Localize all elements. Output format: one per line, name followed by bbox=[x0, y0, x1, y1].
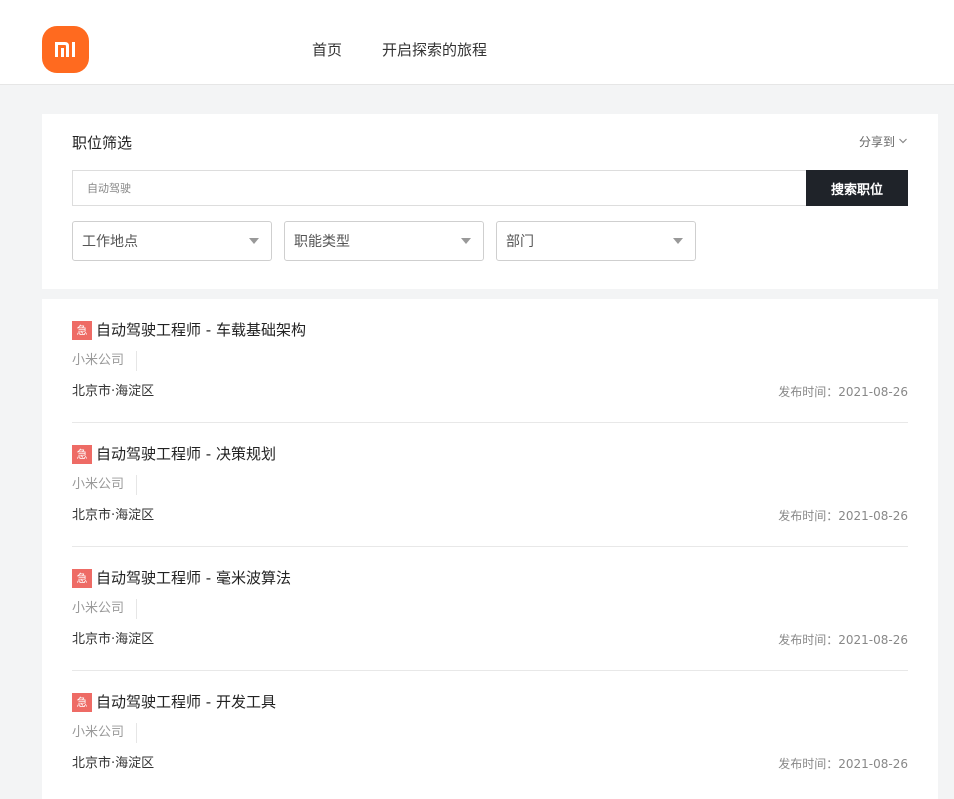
job-publish-date: 发布时间：2021-08-26 bbox=[778, 509, 908, 523]
department-select[interactable]: 部门 bbox=[496, 221, 696, 261]
urgent-badge: 急 bbox=[72, 569, 92, 588]
urgent-badge: 急 bbox=[72, 445, 92, 464]
job-list-item[interactable]: 急 自动驾驶工程师 - 毫米波算法 小米公司 北京市·海淀区 发布时间：2021… bbox=[72, 547, 908, 671]
job-list-item[interactable]: 急 自动驾驶工程师 - 车载基础架构 小米公司 北京市·海淀区 发布时间：202… bbox=[72, 299, 908, 423]
function-type-select[interactable]: 职能类型 bbox=[284, 221, 484, 261]
job-company: 小米公司 bbox=[72, 723, 138, 743]
caret-down-icon bbox=[249, 238, 259, 244]
top-header: 首页 开启探索的旅程 bbox=[0, 0, 954, 85]
nav-home[interactable]: 首页 bbox=[312, 39, 342, 61]
caret-down-icon bbox=[673, 238, 683, 244]
filter-title: 职位筛选 bbox=[72, 134, 133, 152]
department-select-label: 部门 bbox=[506, 234, 534, 250]
job-location: 北京市·海淀区 bbox=[72, 756, 155, 771]
location-select-label: 工作地点 bbox=[82, 234, 138, 250]
urgent-badge: 急 bbox=[72, 321, 92, 340]
job-title[interactable]: 自动驾驶工程师 - 决策规划 bbox=[96, 443, 276, 465]
job-list-item[interactable]: 急 自动驾驶工程师 - 决策规划 小米公司 北京市·海淀区 发布时间：2021-… bbox=[72, 423, 908, 547]
job-company: 小米公司 bbox=[72, 351, 138, 371]
function-type-select-label: 职能类型 bbox=[294, 234, 350, 250]
job-title[interactable]: 自动驾驶工程师 - 开发工具 bbox=[96, 691, 276, 713]
search-input[interactable] bbox=[72, 170, 807, 206]
share-dropdown[interactable]: 分享到 bbox=[859, 134, 908, 150]
mi-logo-icon[interactable] bbox=[42, 26, 89, 73]
job-location: 北京市·海淀区 bbox=[72, 632, 155, 647]
job-publish-date: 发布时间：2021-08-26 bbox=[778, 385, 908, 399]
caret-down-icon bbox=[461, 238, 471, 244]
share-label: 分享到 bbox=[858, 135, 895, 149]
urgent-badge: 急 bbox=[72, 693, 92, 712]
job-company: 小米公司 bbox=[72, 475, 138, 495]
location-select[interactable]: 工作地点 bbox=[72, 221, 272, 261]
nav-explore-journey[interactable]: 开启探索的旅程 bbox=[382, 39, 487, 61]
job-company: 小米公司 bbox=[72, 599, 138, 619]
job-list-item[interactable]: 急 自动驾驶工程师 - 开发工具 小米公司 北京市·海淀区 发布时间：2021-… bbox=[72, 671, 908, 795]
job-publish-date: 发布时间：2021-08-26 bbox=[778, 757, 908, 771]
job-location: 北京市·海淀区 bbox=[72, 384, 155, 399]
job-list: 急 自动驾驶工程师 - 车载基础架构 小米公司 北京市·海淀区 发布时间：202… bbox=[42, 299, 938, 799]
job-publish-date: 发布时间：2021-08-26 bbox=[778, 633, 908, 647]
search-jobs-button[interactable]: 搜索职位 bbox=[806, 170, 908, 206]
job-location: 北京市·海淀区 bbox=[72, 508, 155, 523]
job-filter-panel: 职位筛选 分享到 搜索职位 工作地点 职能类型 部门 bbox=[42, 114, 938, 289]
chevron-down-icon bbox=[898, 134, 908, 150]
job-title[interactable]: 自动驾驶工程师 - 毫米波算法 bbox=[96, 567, 291, 589]
job-title[interactable]: 自动驾驶工程师 - 车载基础架构 bbox=[96, 319, 306, 341]
